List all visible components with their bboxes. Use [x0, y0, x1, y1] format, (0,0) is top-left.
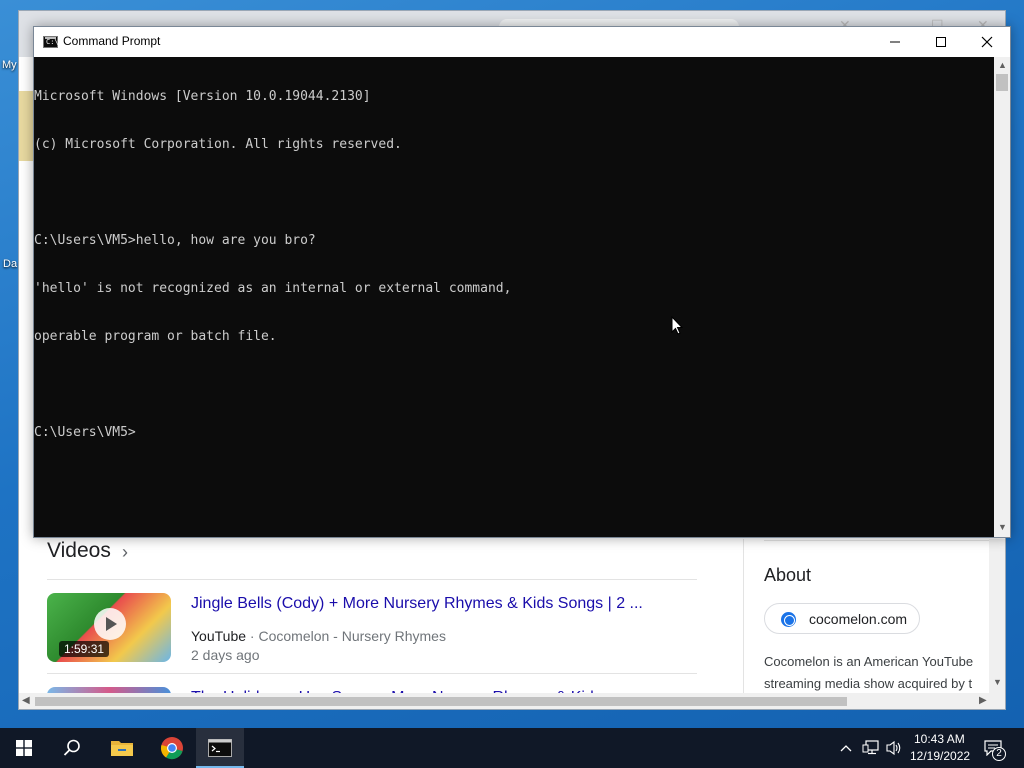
clock-date: 12/19/2022: [910, 749, 971, 763]
about-line: Cocomelon is an American YouTube: [764, 654, 974, 669]
panel-divider: [743, 539, 744, 709]
taskbar: 10:43 AM 12/19/2022 2: [0, 728, 1024, 768]
clock[interactable]: 10:43 AM 12/19/2022: [906, 728, 976, 768]
horizontal-scroll-thumb[interactable]: [35, 697, 847, 706]
console-line: operable program or batch file.: [34, 329, 277, 344]
video-source-site: YouTube: [191, 628, 247, 644]
cmd-app-icon: C:\_: [43, 36, 63, 48]
desktop-icon-label-my[interactable]: My: [2, 59, 17, 71]
scroll-left-arrow-icon[interactable]: ◀: [22, 695, 30, 706]
notification-count-badge: 2: [992, 747, 1006, 761]
scroll-up-arrow-icon[interactable]: ▲: [998, 60, 1007, 70]
scroll-down-arrow-icon[interactable]: ▼: [993, 677, 1002, 687]
video-duration: 1:59:31: [59, 641, 110, 657]
website-chip[interactable]: cocomelon.com: [764, 603, 920, 634]
minimize-button[interactable]: [872, 27, 918, 57]
globe-icon: [781, 612, 796, 627]
show-hidden-icons-button[interactable]: [836, 728, 856, 768]
chevron-up-icon: [840, 745, 852, 752]
maximize-icon: [936, 37, 946, 47]
page-horizontal-scrollbar[interactable]: ◀ ▶: [19, 693, 1005, 709]
cmd-icon: [208, 739, 232, 757]
console-line: C:\Users\VM5>hello, how are you bro?: [34, 233, 316, 248]
search-button[interactable]: [48, 728, 96, 768]
chrome-icon: [160, 737, 183, 760]
command-prompt-window[interactable]: C:\_ Command Prompt Microsoft Windows [V…: [33, 26, 1011, 538]
command-prompt-taskbar-button[interactable]: [196, 728, 244, 768]
page-vertical-scrollbar[interactable]: ▼: [989, 539, 1005, 693]
about-heading: About: [764, 565, 812, 585]
start-button[interactable]: [0, 728, 48, 768]
divider: [47, 673, 697, 674]
page-side-image: [19, 91, 33, 161]
minimize-icon: [890, 41, 900, 43]
maximize-button[interactable]: [918, 27, 964, 57]
videos-heading[interactable]: Videos: [47, 539, 111, 563]
video-title-link[interactable]: Jingle Bells (Cody) + More Nursery Rhyme…: [191, 595, 643, 613]
about-description: Cocomelon is an American YouTube streami…: [764, 651, 990, 695]
video-date: 2 days ago: [191, 647, 260, 663]
chevron-right-icon[interactable]: ›: [122, 542, 128, 563]
windows-logo-icon: [16, 740, 32, 756]
search-icon: [63, 739, 80, 756]
divider: [47, 579, 697, 580]
play-icon[interactable]: [94, 608, 126, 640]
file-explorer-button[interactable]: [98, 728, 146, 768]
divider: [764, 540, 989, 541]
cmd-vertical-scrollbar[interactable]: ▲ ▼: [994, 57, 1010, 537]
network-button[interactable]: [860, 728, 882, 768]
mouse-cursor-icon: [671, 316, 684, 335]
cmd-title-bar[interactable]: C:\_ Command Prompt: [34, 27, 1010, 57]
window-title: Command Prompt: [63, 34, 161, 48]
clock-time: 10:43 AM: [914, 732, 965, 746]
action-center-button[interactable]: 2: [978, 728, 1024, 768]
video-source: YouTube · Cocomelon - Nursery Rhymes: [191, 628, 446, 644]
chrome-button[interactable]: [148, 728, 196, 768]
desktop-icon-label-da[interactable]: Da: [3, 258, 17, 270]
close-button[interactable]: [964, 27, 1010, 57]
speaker-icon: [886, 740, 901, 756]
volume-button[interactable]: [884, 728, 906, 768]
website-label: cocomelon.com: [809, 611, 908, 627]
console-prompt-line[interactable]: C:\Users\VM5>: [34, 425, 994, 441]
video-channel: Cocomelon - Nursery Rhymes: [258, 628, 446, 644]
console-output[interactable]: Microsoft Windows [Version 10.0.19044.21…: [34, 57, 994, 537]
close-icon: [981, 36, 993, 48]
folder-icon: [111, 741, 133, 756]
console-line: (c) Microsoft Corporation. All rights re…: [34, 137, 402, 152]
network-icon: [862, 740, 879, 755]
scroll-down-arrow-icon[interactable]: ▼: [998, 522, 1007, 532]
console-line: Microsoft Windows [Version 10.0.19044.21…: [34, 89, 371, 104]
video-thumbnail[interactable]: 1:59:31: [47, 593, 171, 662]
console-line: 'hello' is not recognized as an internal…: [34, 281, 512, 296]
about-line: streaming media show acquired by t: [764, 676, 973, 691]
vertical-scroll-thumb[interactable]: [996, 74, 1008, 91]
scroll-right-arrow-icon[interactable]: ▶: [979, 695, 987, 706]
